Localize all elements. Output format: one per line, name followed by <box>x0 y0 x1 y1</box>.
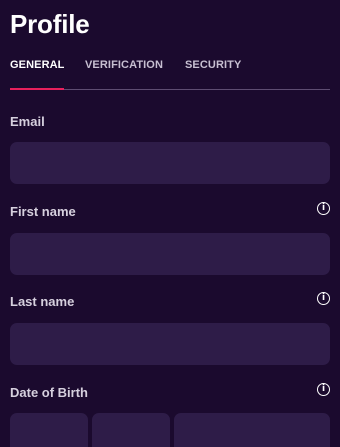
last-name-field[interactable] <box>10 323 330 365</box>
last-name-label: Last name <box>10 294 75 309</box>
dob-day-field[interactable] <box>10 413 88 447</box>
profile-page: Profile GENERAL VERIFICATION SECURITY Em… <box>0 0 340 447</box>
first-name-label: First name <box>10 204 76 219</box>
dob-year-field[interactable] <box>174 413 330 447</box>
tab-security[interactable]: SECURITY <box>185 59 241 89</box>
page-title: Profile <box>10 9 90 39</box>
date-of-birth-label: Date of Birth <box>10 385 88 400</box>
email-label: Email <box>10 114 45 129</box>
dob-month-field[interactable] <box>92 413 170 447</box>
info-icon[interactable]: i <box>317 202 330 215</box>
first-name-field[interactable] <box>10 233 330 275</box>
profile-tabs: GENERAL VERIFICATION SECURITY <box>10 59 330 90</box>
tab-general[interactable]: GENERAL <box>10 59 64 90</box>
email-field[interactable] <box>10 142 330 184</box>
tab-verification[interactable]: VERIFICATION <box>85 59 163 89</box>
info-icon[interactable]: i <box>317 292 330 305</box>
info-icon[interactable]: i <box>317 383 330 396</box>
